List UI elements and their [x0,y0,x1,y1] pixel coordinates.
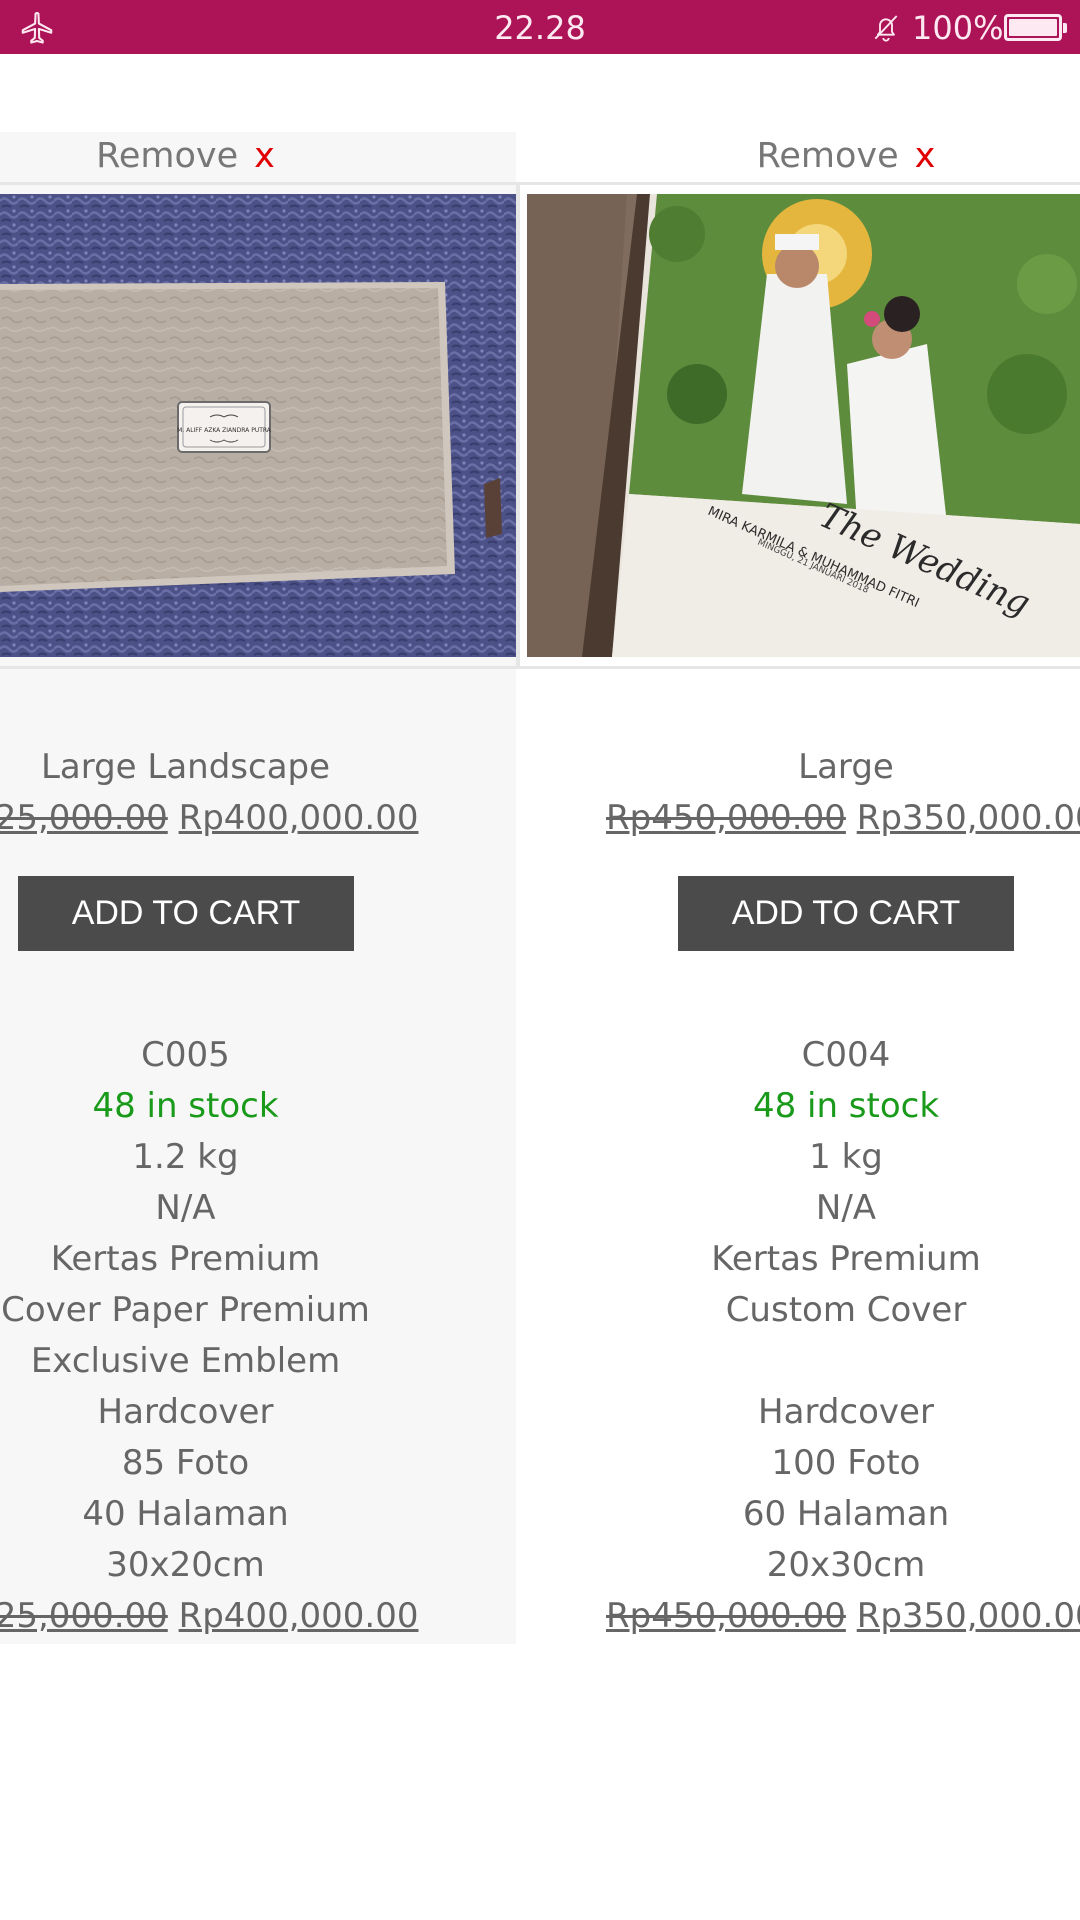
product-binding: Hardcover [97,1392,274,1432]
product-binding: Hardcover [758,1392,934,1432]
current-price: Rp400,000.00 [178,1596,419,1636]
product-name[interactable]: Large Landscape [0,742,371,793]
divider-bottom [0,666,1080,669]
current-price: Rp350,000.00 [856,1596,1080,1636]
remove-label: Remove [756,136,899,176]
product-name[interactable]: Large [606,742,1080,793]
product-paper: Kertas Premium [711,1239,981,1279]
column-divider [516,184,520,669]
product-pages: 60 Halaman [742,1494,950,1534]
product-photos: 85 Foto [121,1443,250,1483]
old-price: p425,000.00 [0,798,168,838]
remove-label: Remove [96,136,239,176]
remove-button-left[interactable]: Remove x [0,132,371,182]
product-image-left[interactable]: M. ALIFF AZKA ZIANDRA PUTRA [0,194,516,657]
remove-x-icon: x [254,136,275,176]
product-price-row: p425,000.00 Rp400,000.00 [0,1591,420,1642]
product-image-right[interactable]: The Wedding MIRA KARMILA & MUHAMMAD FITR… [527,194,1080,657]
battery-icon [1004,14,1067,41]
product-emblem: Exclusive Emblem [30,1341,341,1381]
product-dimensions: N/A [815,1188,877,1228]
bell-off-icon [874,15,898,42]
product-dimensions: N/A [155,1188,216,1228]
add-to-cart-button-right[interactable]: ADD TO CART [678,876,1014,951]
product-photos: 100 Foto [771,1443,921,1483]
product-cover: Cover Paper Premium [1,1290,370,1330]
product-sku: C004 [801,1035,891,1075]
old-price: Rp450,000.00 [606,1596,846,1636]
stock-status: 48 in stock [752,1086,940,1126]
product-cover: Custom Cover [725,1290,967,1330]
old-price: Rp450,000.00 [606,798,846,838]
battery-percentage: 100% [912,9,1004,47]
product-price: p425,000.00 Rp400,000.00 [0,793,420,844]
product-paper: Kertas Premium [50,1239,321,1279]
product-size: 20x30cm [766,1545,926,1585]
add-to-cart-button-left[interactable]: ADD TO CART [18,876,354,951]
divider-top [0,182,1080,185]
stock-status: 48 in stock [92,1086,279,1126]
old-price: p425,000.00 [0,1596,168,1636]
product-price-row: Rp450,000.00 Rp350,000.00 [606,1591,1080,1642]
status-bar: 22.28 100% [0,0,1080,54]
product-price: Rp450,000.00 Rp350,000.00 [606,793,1080,844]
emblem-text: M. ALIFF AZKA ZIANDRA PUTRA [177,427,272,434]
product-weight: 1.2 kg [132,1137,239,1177]
product-weight: 1 kg [809,1137,883,1177]
current-price: Rp400,000.00 [178,798,419,838]
remove-x-icon: x [914,136,936,176]
current-price: Rp350,000.00 [856,798,1080,838]
product-size: 30x20cm [106,1545,265,1585]
product-sku: C005 [141,1035,230,1075]
product-pages: 40 Halaman [82,1494,289,1534]
remove-button-right[interactable]: Remove x [516,132,1080,182]
